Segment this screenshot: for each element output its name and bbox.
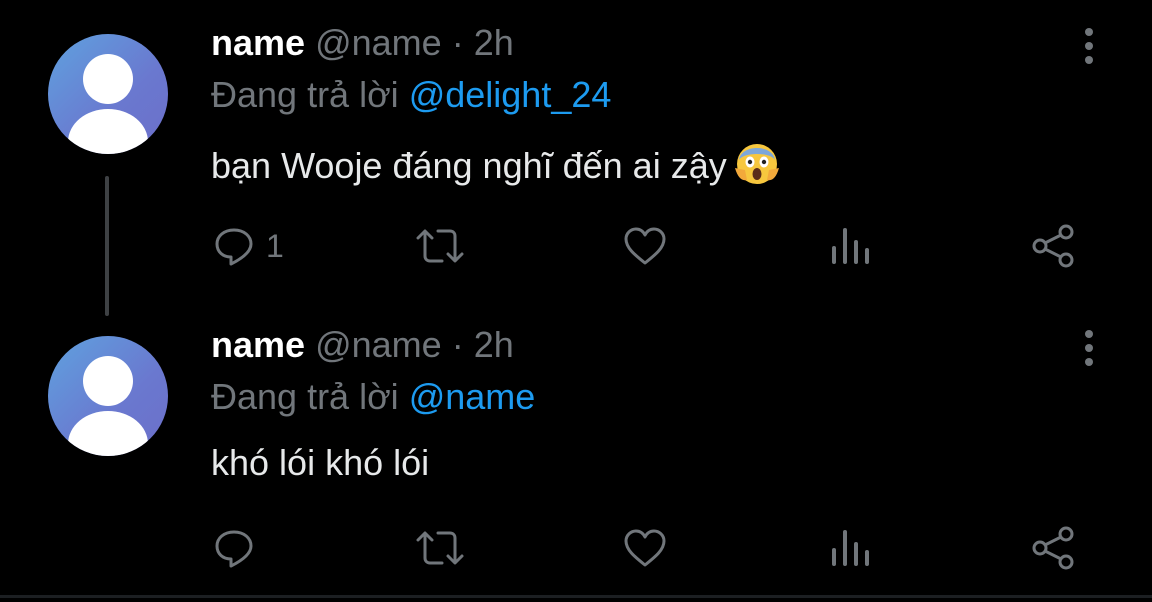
tweet-reply-1[interactable]: name @name · 2h Đang trả lời @delight_24… — [0, 0, 1152, 300]
more-options-icon[interactable] — [1078, 24, 1100, 68]
like-button[interactable] — [622, 518, 668, 578]
timestamp[interactable]: 2h — [474, 22, 514, 63]
display-name[interactable]: name — [211, 324, 305, 365]
screaming-face-emoji — [734, 144, 779, 184]
retweet-button[interactable] — [414, 518, 466, 578]
display-name[interactable]: name — [211, 22, 305, 63]
tweet-text-content: khó lói khó lói — [211, 442, 430, 483]
views-button[interactable] — [828, 216, 872, 276]
avatar-placeholder-icon — [68, 54, 148, 154]
avatar[interactable] — [48, 34, 168, 154]
like-icon — [624, 529, 666, 567]
views-button[interactable] — [828, 518, 872, 578]
views-icon — [832, 530, 869, 566]
replying-to-label: Đang trả lời — [211, 376, 409, 417]
reply-icon — [215, 228, 253, 266]
tweet-actions — [0, 518, 1152, 578]
reply-icon — [215, 530, 253, 568]
tweet-text: bạn Wooje đáng nghĩ đến ai zậy — [211, 138, 781, 189]
share-button[interactable] — [1030, 518, 1078, 578]
like-icon — [624, 227, 666, 265]
share-icon — [1032, 526, 1074, 570]
avatar-placeholder-icon — [68, 356, 148, 456]
reply-button[interactable] — [212, 518, 266, 578]
share-button[interactable] — [1030, 216, 1078, 276]
reply-button[interactable]: 1 — [212, 216, 284, 276]
separator-dot: · — [451, 22, 464, 63]
more-options-icon[interactable] — [1078, 326, 1100, 370]
user-handle[interactable]: @name — [315, 22, 442, 63]
replying-to-mention[interactable]: @name — [409, 376, 536, 417]
timestamp[interactable]: 2h — [474, 324, 514, 365]
share-icon — [1032, 224, 1074, 268]
tweet-text-content: bạn Wooje đáng nghĩ đến ai zậy — [211, 145, 727, 186]
replying-to-line: Đang trả lời @name — [211, 374, 535, 420]
avatar[interactable] — [48, 336, 168, 456]
user-handle[interactable]: @name — [315, 324, 442, 365]
replying-to-mention[interactable]: @delight_24 — [409, 74, 612, 115]
retweet-button[interactable] — [414, 216, 466, 276]
retweet-icon — [416, 531, 464, 565]
tweet-reply-2[interactable]: name @name · 2h Đang trả lời @name khó l… — [0, 302, 1152, 602]
tweet-header: name @name · 2h — [211, 20, 514, 66]
tweet-actions: 1 — [0, 216, 1152, 276]
separator-dot: · — [451, 324, 464, 365]
tweet-text: khó lói khó lói — [211, 440, 429, 486]
retweet-icon — [416, 229, 464, 263]
like-button[interactable] — [622, 216, 668, 276]
views-icon — [832, 228, 869, 264]
tweet-header: name @name · 2h — [211, 322, 514, 368]
replying-to-line: Đang trả lời @delight_24 — [211, 72, 611, 118]
reply-count: 1 — [266, 227, 284, 264]
replying-to-label: Đang trả lời — [211, 74, 409, 115]
